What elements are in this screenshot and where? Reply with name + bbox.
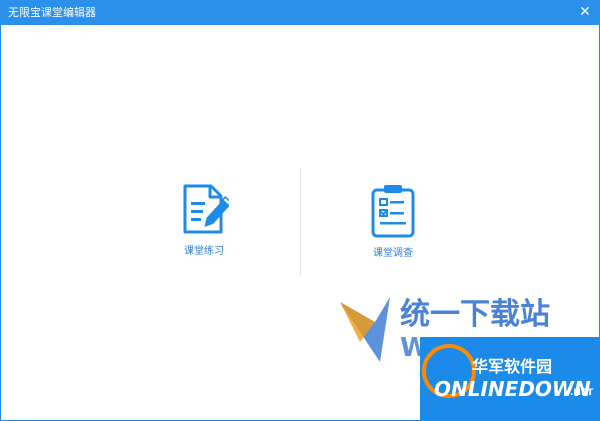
watermark-brand-en: ONLINEDOWN bbox=[434, 377, 591, 401]
close-button[interactable]: ✕ bbox=[578, 5, 592, 19]
watermark-text-top: 统一下载站 bbox=[400, 297, 550, 332]
classroom-practice-label: 课堂练习 bbox=[184, 246, 224, 257]
classroom-practice-button[interactable]: 课堂练习 bbox=[144, 183, 264, 288]
clipboard-checklist-icon bbox=[371, 185, 415, 238]
watermark-brand-cn: 华军软件园 bbox=[472, 357, 553, 376]
document-edit-icon bbox=[183, 184, 229, 234]
option-divider bbox=[300, 168, 301, 276]
classroom-survey-label: 课堂调查 bbox=[373, 248, 413, 259]
watermark-brand-suffix: .NET bbox=[570, 388, 594, 398]
window-title: 无限宝课堂编辑器 bbox=[8, 6, 96, 19]
title-bar: 无限宝课堂编辑器 ✕ bbox=[0, 0, 600, 25]
watermark-logo-icon bbox=[340, 297, 390, 362]
classroom-survey-button[interactable]: 课堂调查 bbox=[333, 183, 453, 288]
editor-window: 无限宝课堂编辑器 ✕ 课堂练习 课堂调查 统一下载站 W 华军软件园 ONLIN… bbox=[0, 0, 600, 421]
